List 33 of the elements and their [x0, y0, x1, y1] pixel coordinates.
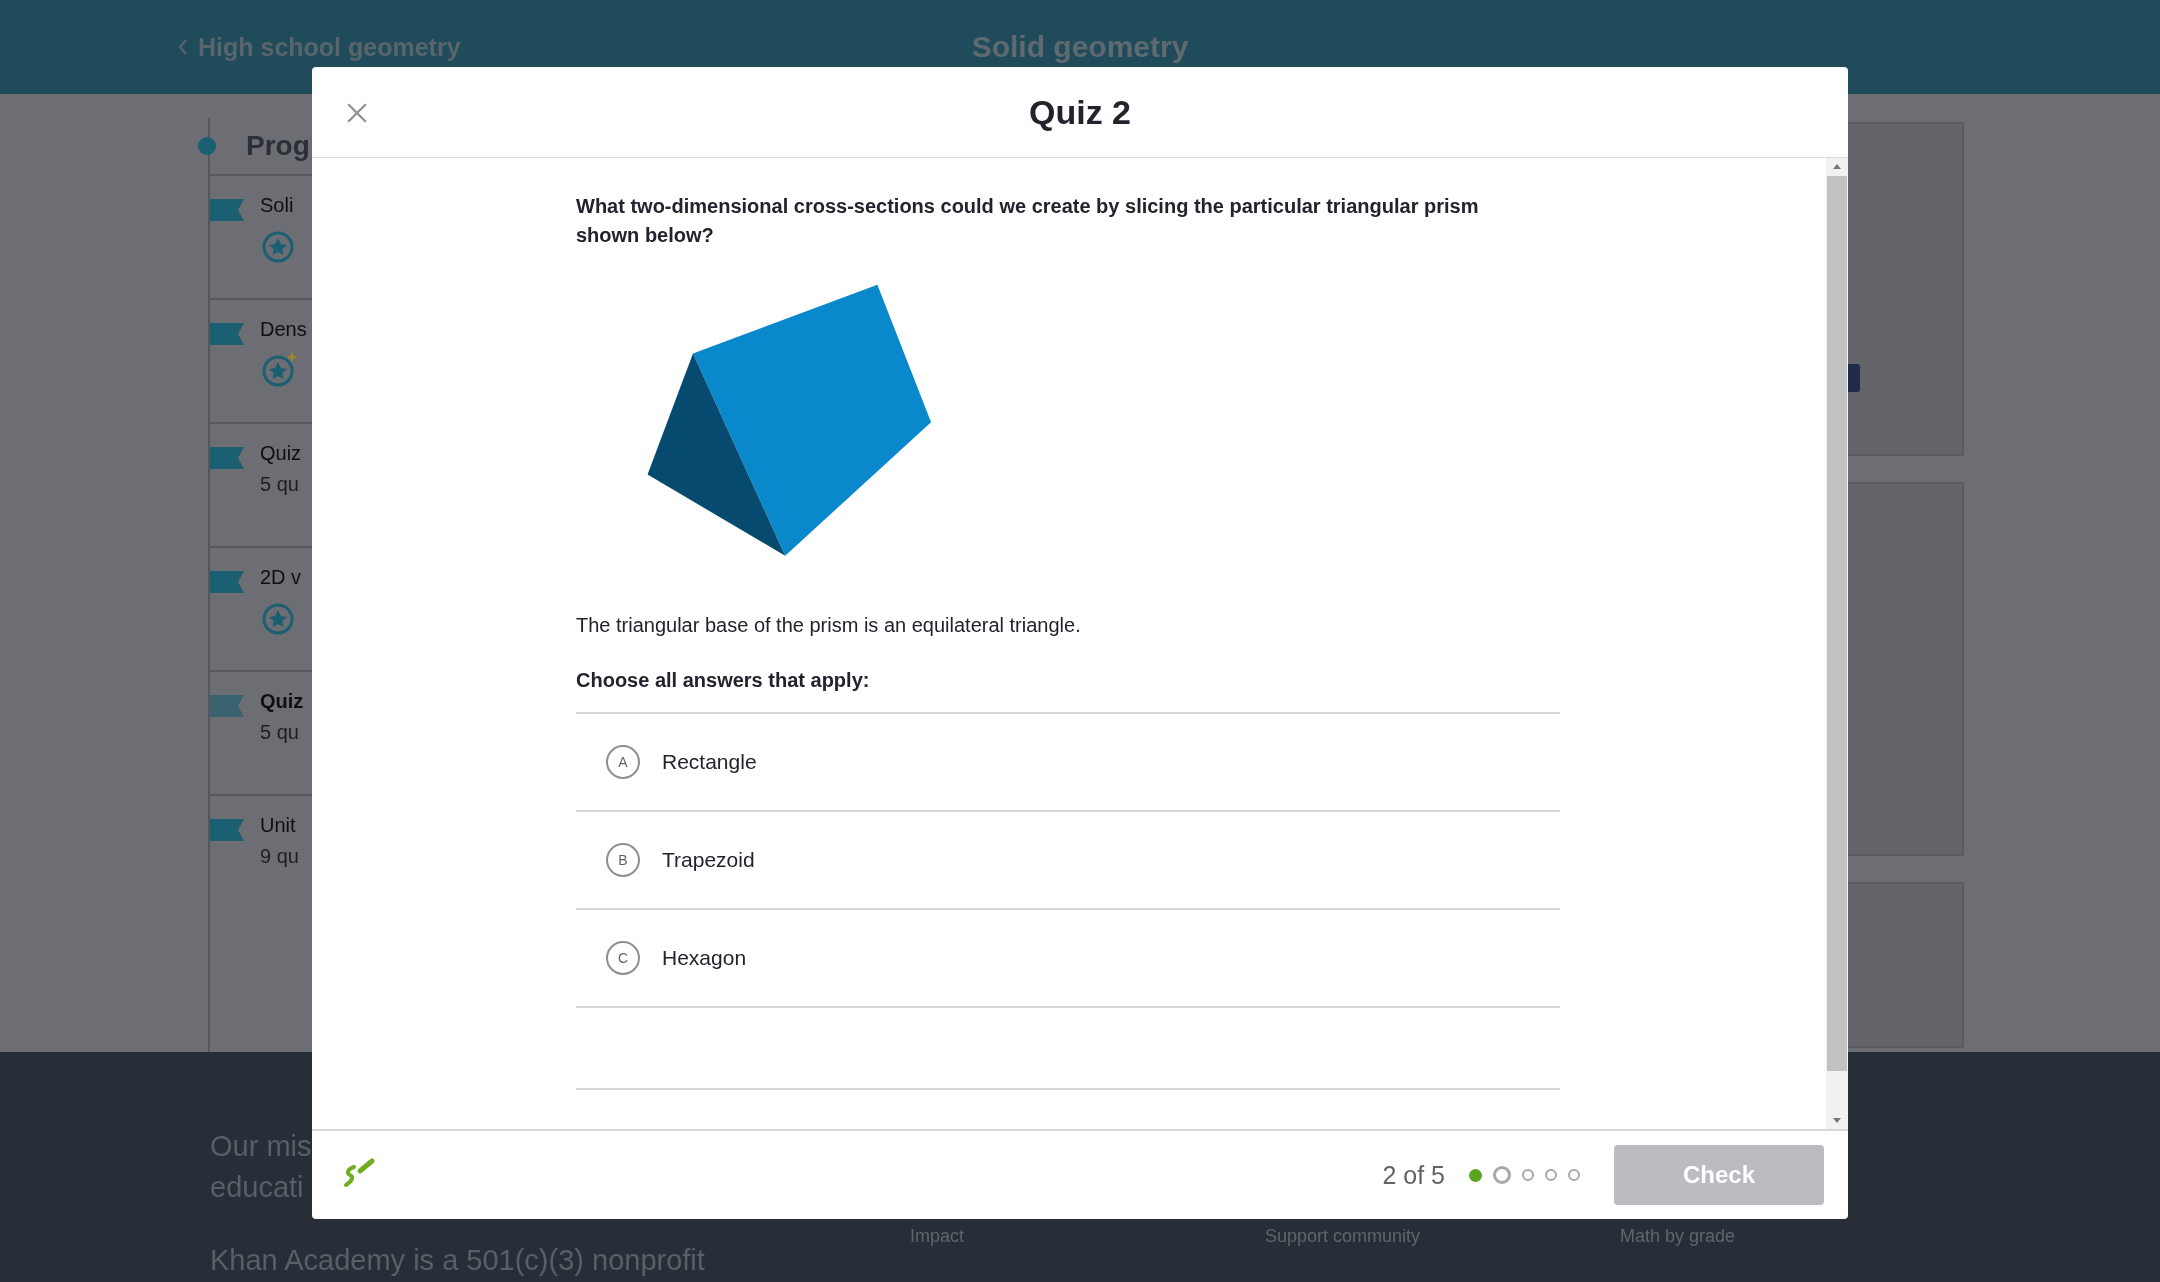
- question-text: What two-dimensional cross-sections could we create by slicing the particular triangular prism shown below?: [576, 194, 1480, 248]
- choice-label: Hexagon: [662, 946, 747, 970]
- unit-title: Dens: [260, 318, 307, 341]
- choice-label: Rectangle: [662, 750, 757, 774]
- unit-subtitle: 5 qu: [260, 473, 300, 496]
- unit-title: 2D v: [260, 566, 302, 589]
- note-text: The triangular base of the prism is an equilateral triangle.: [576, 614, 1082, 637]
- footer-link[interactable]: Math by grade: [1620, 1226, 1975, 1282]
- choice-letter: B: [606, 843, 640, 877]
- answer-option[interactable]: A Rectangle: [576, 714, 1560, 812]
- answer-option[interactable]: C Hexagon: [576, 910, 1560, 1008]
- unit-title: Quiz: [260, 442, 302, 465]
- chevron-left-icon: [178, 39, 188, 55]
- choice-letter: A: [606, 745, 640, 779]
- footer-link[interactable]: Impact: [910, 1226, 1265, 1282]
- choice-letter: C: [606, 941, 640, 975]
- choice-label: Trapezoid: [662, 848, 755, 872]
- answer-option[interactable]: B Trapezoid: [576, 812, 1560, 910]
- scroll-up-icon[interactable]: [1832, 162, 1842, 172]
- page-title: Solid geometry: [971, 30, 1189, 64]
- unit-subtitle: 9 qu: [260, 845, 299, 868]
- star-badge-sparkle-icon: [260, 349, 300, 389]
- unit-title: Soli: [260, 194, 295, 217]
- footer-link[interactable]: Support community: [1265, 1226, 1620, 1282]
- prompt-text: Choose all answers that apply:: [576, 669, 871, 692]
- unit-subtitle: 5 qu: [260, 721, 300, 744]
- unit-title: Quiz: [260, 690, 304, 713]
- unit-title: Unit: [260, 814, 297, 837]
- progress-dot-icon: [198, 137, 216, 155]
- section-heading: Prog: [246, 130, 310, 162]
- scroll-down-icon[interactable]: [1832, 1115, 1842, 1125]
- progress-count: 2 of 5: [1382, 1160, 1445, 1190]
- dialog-title: Quiz 2: [1029, 92, 1131, 132]
